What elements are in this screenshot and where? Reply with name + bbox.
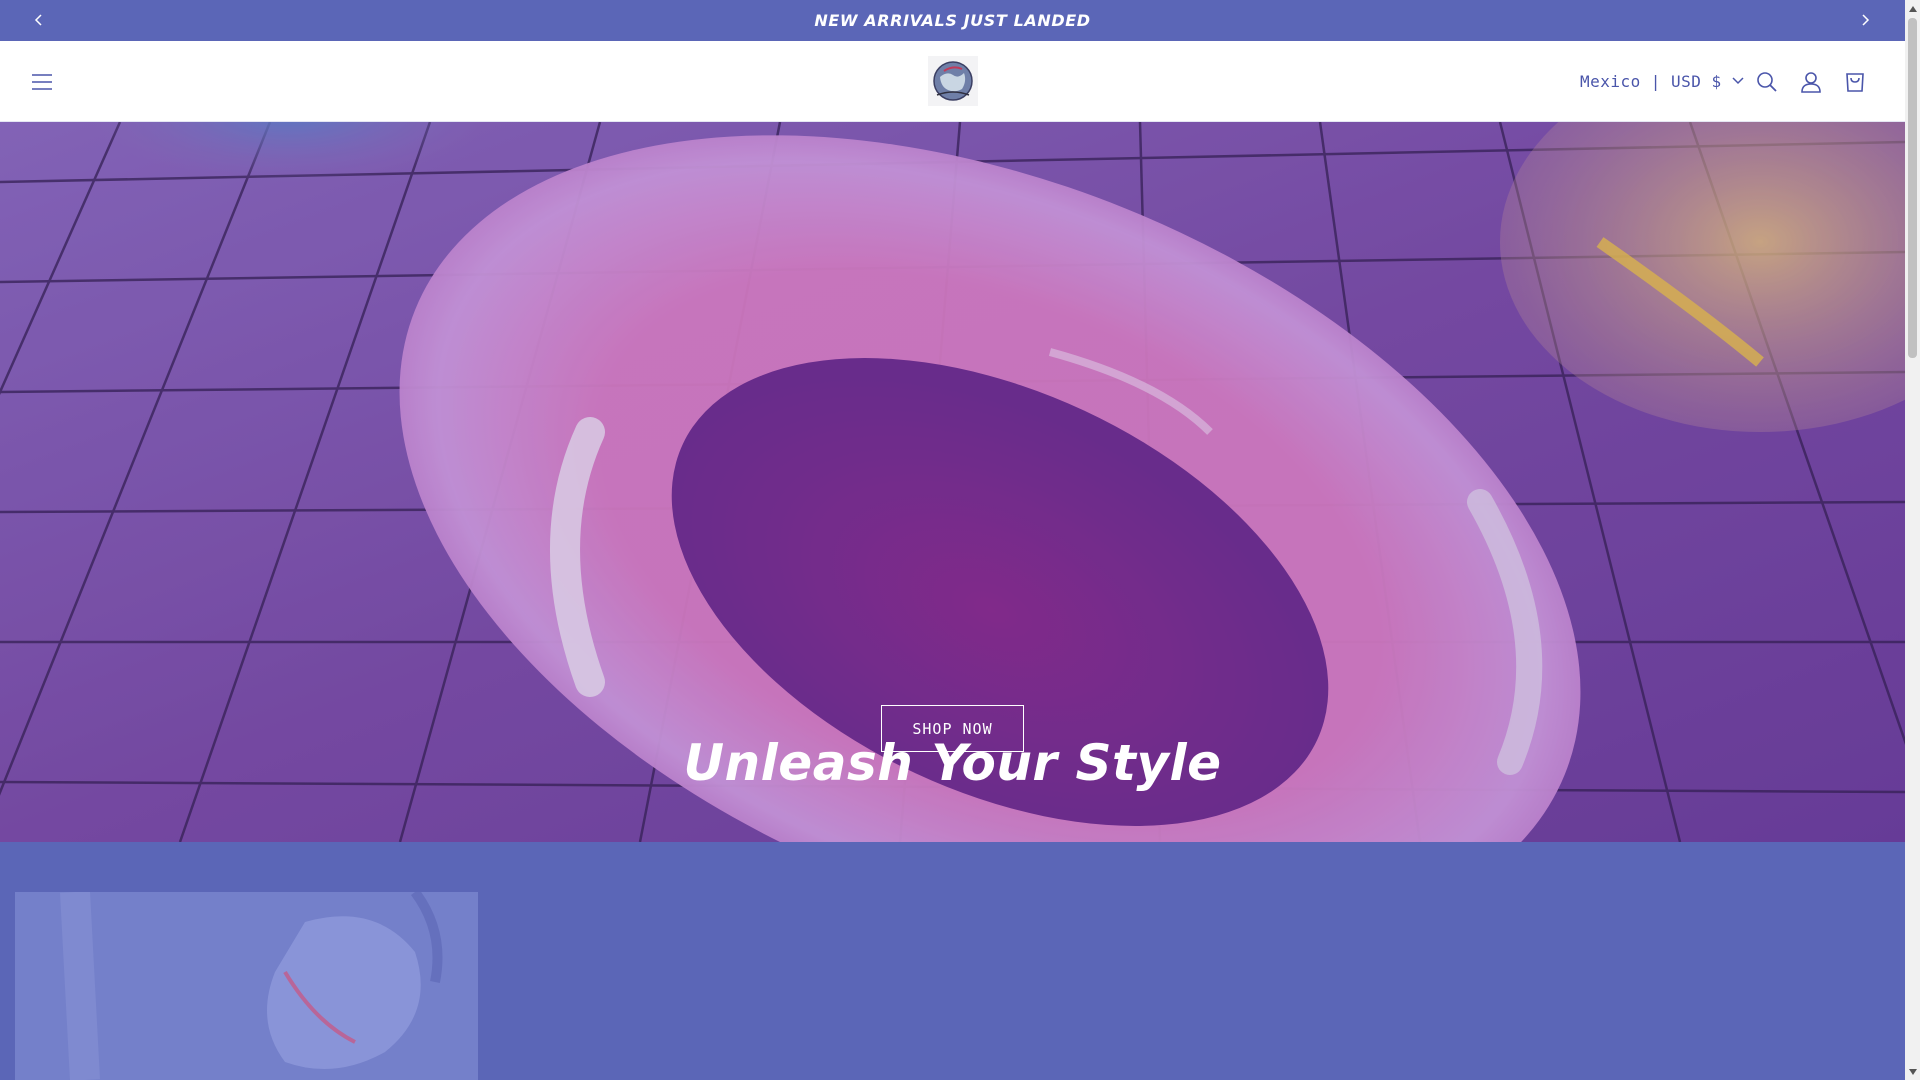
hamburger-menu-icon[interactable] xyxy=(28,68,56,96)
site-header: Mexico | USD $ xyxy=(0,41,1905,122)
scrollbar-thumb[interactable] xyxy=(1908,18,1917,358)
announcement-bar: NEW ARRIVALS JUST LANDED xyxy=(0,0,1905,41)
featured-image[interactable] xyxy=(15,892,478,1080)
chevron-left-icon[interactable] xyxy=(27,8,51,32)
locale-separator: | xyxy=(1650,71,1661,91)
announcement-text: NEW ARRIVALS JUST LANDED xyxy=(814,11,1091,30)
currency-label: USD $ xyxy=(1670,71,1722,91)
featured-section xyxy=(0,842,1905,1080)
chevron-right-icon[interactable] xyxy=(1853,8,1877,32)
page-scrollbar[interactable] xyxy=(1905,0,1920,1080)
store-logo[interactable] xyxy=(928,56,978,106)
locale-selector[interactable]: Mexico | USD $ xyxy=(1580,69,1744,93)
scroll-down-icon[interactable] xyxy=(1905,1063,1920,1080)
scroll-up-icon[interactable] xyxy=(1905,0,1920,17)
account-icon[interactable] xyxy=(1797,68,1825,96)
country-label: Mexico xyxy=(1580,71,1641,91)
shop-now-button[interactable]: SHOP NOW xyxy=(881,705,1024,752)
cart-icon[interactable] xyxy=(1841,68,1869,96)
search-icon[interactable] xyxy=(1753,68,1781,96)
chevron-down-icon xyxy=(1732,77,1744,85)
